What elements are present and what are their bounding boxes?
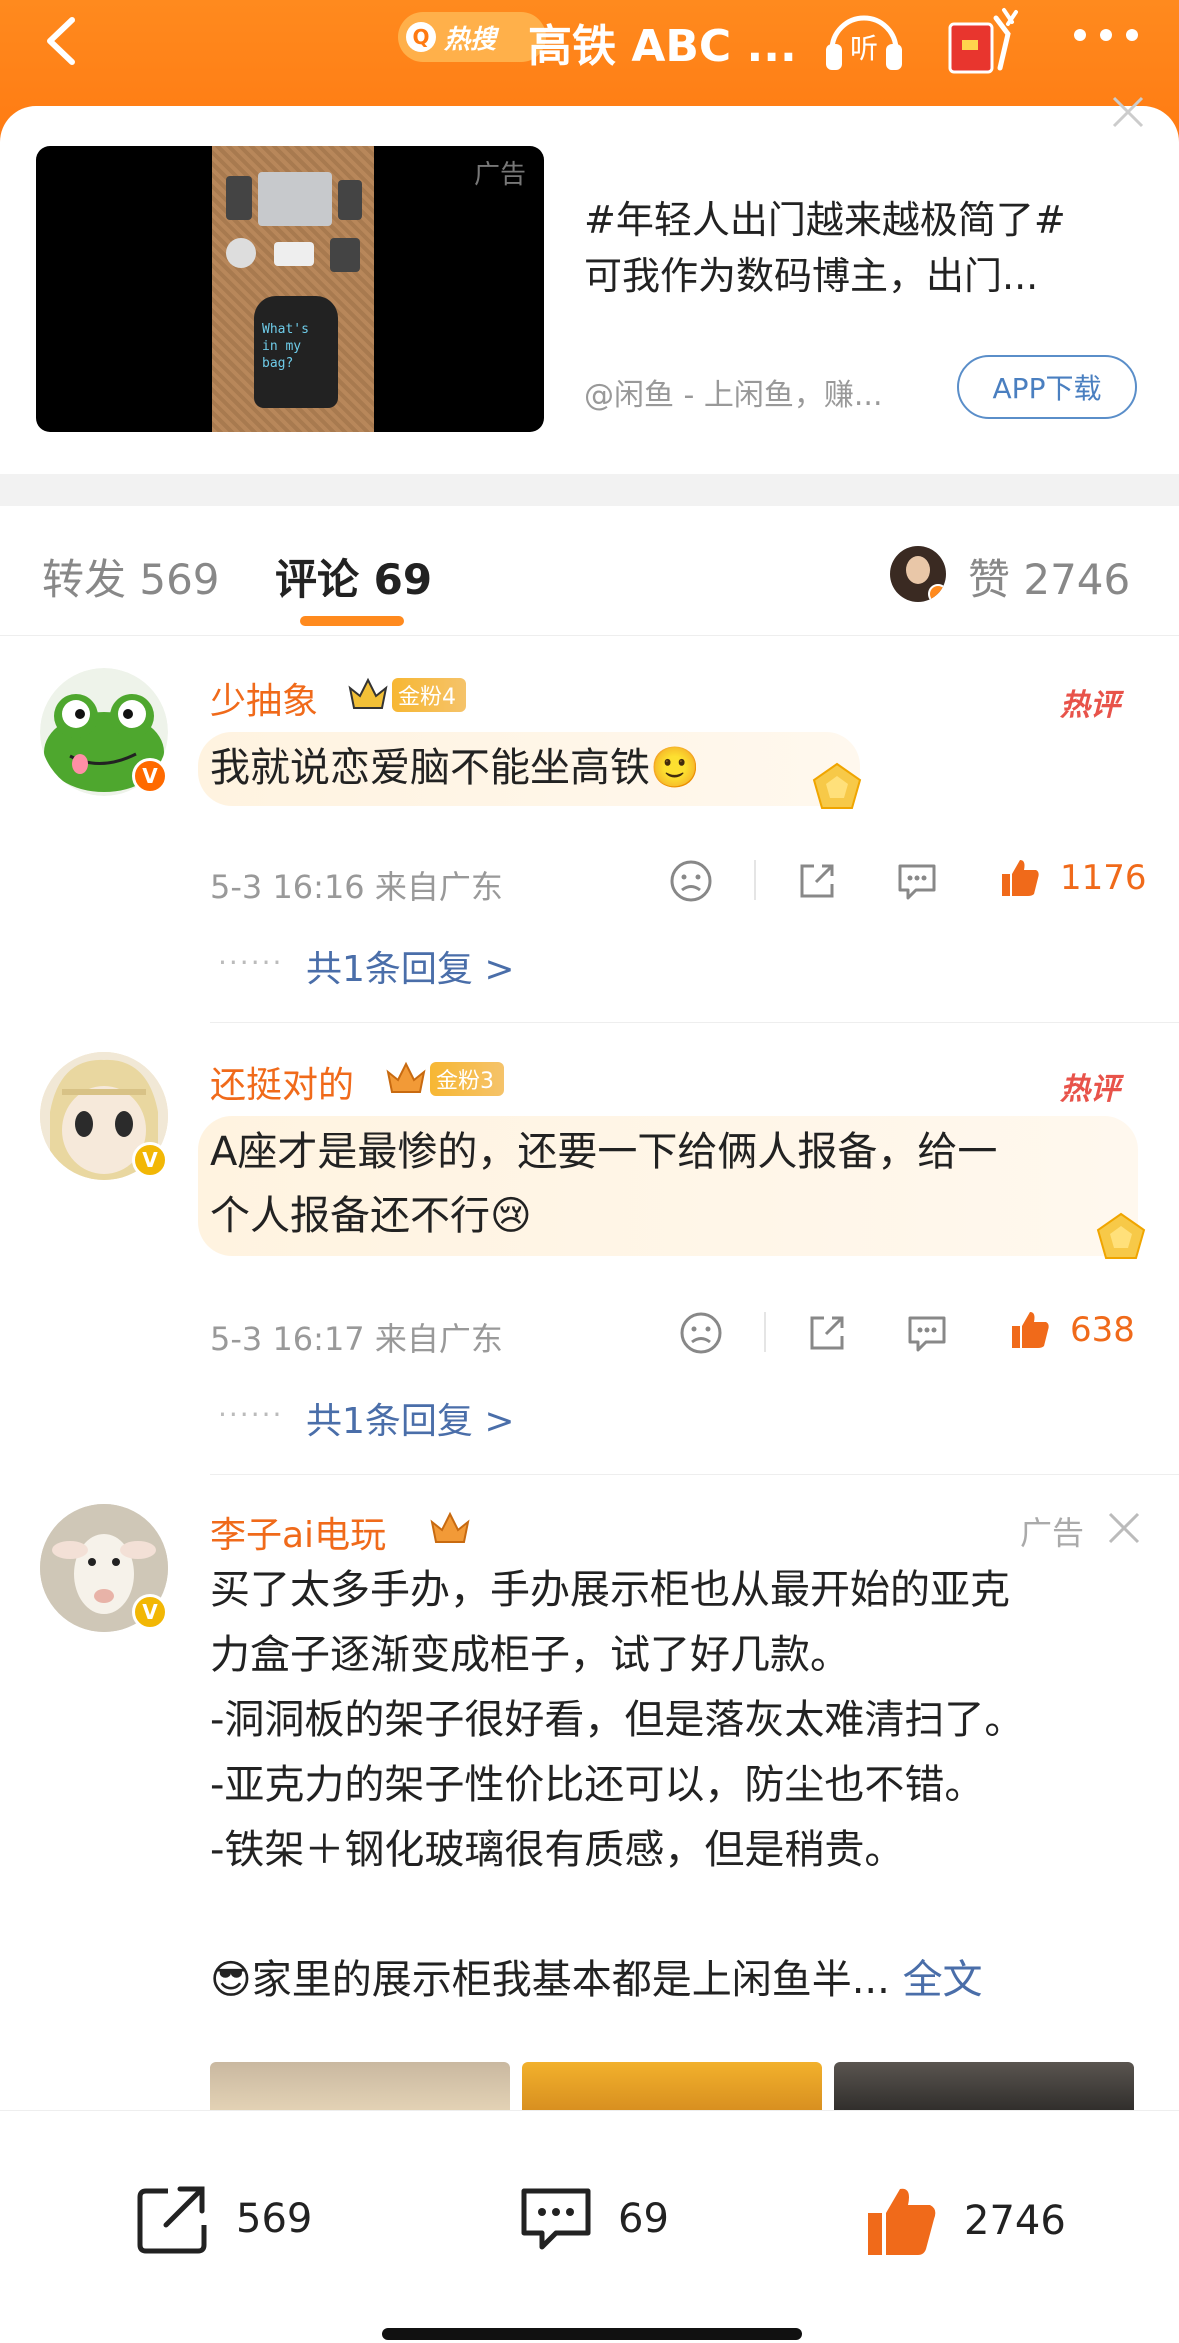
fan-badge: 金粉4 [392, 678, 466, 712]
hot-review-tag: 热评 [1060, 688, 1120, 723]
comment-text-line: -洞洞板的架子很好看，但是落灰太难清扫了。 [210, 1697, 1025, 1743]
ad-image[interactable]: What's in my bag? 广告 [36, 146, 544, 432]
share-icon[interactable] [804, 1310, 850, 1356]
comment-text-line: A座才是最惨的，还要一下给俩人报备，给一 [210, 1129, 998, 1175]
verified-icon: V [132, 1142, 168, 1178]
verified-icon: V [132, 758, 168, 794]
like-icon[interactable] [1006, 1306, 1052, 1352]
comment-text: 我就说恋爱脑不能坐高铁🙂 [210, 736, 700, 800]
crown-icon [348, 677, 388, 709]
liker-avatar[interactable] [890, 546, 946, 602]
comment-text-line: 力盒子逐渐变成柜子，试了好几款。 [210, 1632, 850, 1678]
verified-icon: V [132, 1594, 168, 1630]
dislike-icon[interactable] [678, 1310, 724, 1356]
verified-icon [928, 584, 946, 602]
comment-meta: 5-3 16:16 来自广东 [210, 868, 503, 906]
section-separator [0, 474, 1179, 506]
share-icon[interactable] [794, 858, 840, 904]
ad-text-line: 可我作为数码博主，出门... [584, 254, 1039, 298]
divider [764, 1312, 766, 1352]
comment-count: 69 [618, 2196, 669, 2242]
view-replies-link[interactable]: 共1条回复 > [306, 940, 515, 992]
medal-icon [812, 762, 862, 809]
comment-text-line: 买了太多手办，手办展示柜也从最开始的亚克 [210, 1567, 1010, 1613]
tab-active-indicator [300, 616, 404, 626]
gadget-image [274, 242, 314, 266]
comment-last-line: 😎家里的展示柜我基本都是上闲鱼半... [210, 1957, 890, 2003]
search-icon: Q [406, 22, 436, 52]
more-icon[interactable] [1066, 20, 1146, 50]
home-indicator [382, 2328, 802, 2340]
comment-text-line: 😎家里的展示柜我基本都是上闲鱼半... 全文 [210, 1948, 1024, 2013]
comment-icon[interactable] [904, 1310, 950, 1356]
bottom-action-bar: 569 69 2746 [0, 2110, 1179, 2343]
repost-count: 569 [236, 2196, 313, 2242]
divider [754, 860, 756, 900]
listen-label: 听 [850, 32, 878, 65]
comment-icon[interactable] [894, 858, 940, 904]
reply-dots: ······ [218, 1398, 284, 1431]
comment-text-line: -铁架＋钢化玻璃很有质感，但是稍贵。 [210, 1827, 905, 1873]
back-icon[interactable] [36, 14, 90, 68]
comment-divider [210, 1022, 1179, 1023]
like-icon [868, 2188, 936, 2255]
comment-text-line: -亚克力的架子性价比还可以，防尘也不错。 [210, 1762, 985, 1808]
crown-icon [386, 1061, 426, 1093]
comment-text-line: 个人报备还不行😢 [210, 1193, 532, 1239]
dislike-icon[interactable] [668, 858, 714, 904]
tab-like[interactable]: 赞 2746 [968, 546, 1130, 607]
hot-search-badge[interactable]: Q 热搜 [398, 12, 546, 62]
close-icon[interactable] [1106, 1510, 1142, 1546]
ad-label: 广告 [1020, 1514, 1085, 1552]
gadget-image [226, 238, 256, 268]
hot-review-tag: 热评 [1060, 1072, 1120, 1107]
avatar-face [906, 556, 930, 584]
comment-divider [210, 1474, 1179, 1475]
crown-icon [430, 1511, 470, 1543]
gadget-image [338, 180, 362, 220]
ad-text[interactable]: #年轻人出门越来越极简了# 可我作为数码博主，出门... [584, 192, 1144, 304]
comment-text-line: 我就说恋爱脑不能坐高铁🙂 [210, 745, 700, 791]
comment-text: 买了太多手办，手办展示柜也从最开始的亚克 力盒子逐渐变成柜子，试了好几款。 -洞… [210, 1558, 1024, 2013]
hot-search-label: 热搜 [444, 24, 497, 55]
close-icon[interactable] [1108, 92, 1148, 132]
reply-dots: ······ [218, 946, 284, 979]
like-count: 638 [1070, 1310, 1135, 1350]
comment-username[interactable]: 少抽象 [210, 672, 318, 724]
full-text-link[interactable]: 全文 [903, 1957, 983, 2003]
like-count: 2746 [964, 2198, 1066, 2244]
tab-repost[interactable]: 转发 569 [42, 546, 220, 607]
comment-meta: 5-3 16:17 来自广东 [210, 1320, 503, 1358]
gadget-image [330, 238, 360, 272]
repost-button[interactable]: 569 [136, 2183, 312, 2255]
like-icon[interactable] [996, 854, 1042, 900]
ad-source: @闲鱼 - 上闲鱼，赚... [584, 378, 883, 413]
comment-username[interactable]: 还挺对的 [210, 1056, 354, 1108]
ad-tag: 广告 [473, 160, 526, 190]
like-button[interactable]: 2746 [864, 2183, 1066, 2259]
tab-comment[interactable]: 评论 69 [275, 546, 432, 607]
comment-username[interactable]: 李子ai电玩 [210, 1506, 386, 1558]
ad-image-text: What's in my bag? [262, 322, 309, 371]
headphones-icon[interactable]: 听 [822, 6, 906, 72]
comment-button[interactable]: 69 [518, 2183, 669, 2255]
laptop-image [258, 172, 332, 226]
share-icon [137, 2186, 207, 2254]
tabs-bar: 转发 569 评论 69 赞 2746 [0, 506, 1179, 636]
comment-text: A座才是最惨的，还要一下给俩人报备，给一 个人报备还不行😢 [210, 1120, 997, 1248]
red-packet-icon[interactable] [946, 4, 1020, 74]
like-count: 1176 [1060, 858, 1147, 898]
fan-badge: 金粉3 [430, 1062, 504, 1096]
view-replies-link[interactable]: 共1条回复 > [306, 1392, 515, 1444]
app-download-button[interactable]: APP下载 [957, 355, 1137, 419]
comment-icon [521, 2188, 591, 2250]
medal-icon [1096, 1212, 1146, 1259]
gadget-image [226, 176, 252, 220]
page-title: 高铁 ABC ... [528, 21, 797, 72]
ad-text-line: #年轻人出门越来越极简了# [584, 198, 1066, 242]
